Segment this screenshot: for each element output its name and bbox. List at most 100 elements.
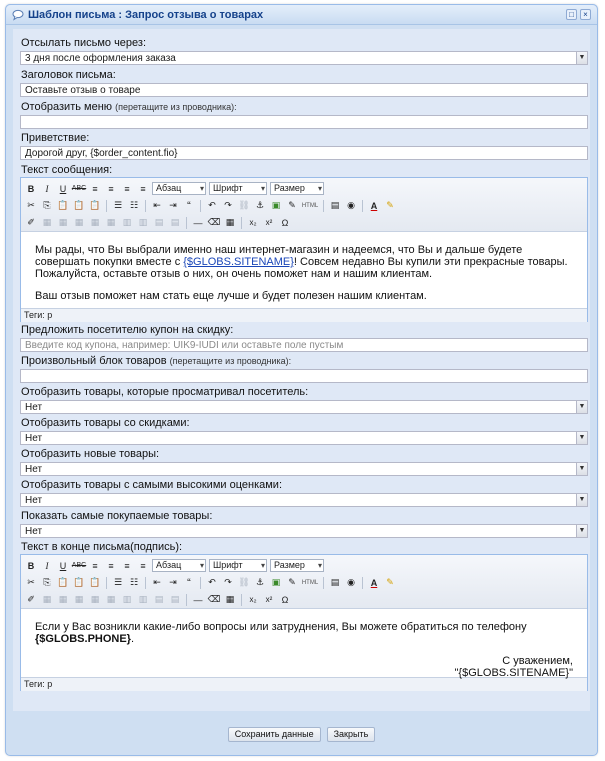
text-color-icon[interactable]: A	[367, 199, 381, 213]
blockquote-icon[interactable]: “	[182, 576, 196, 590]
chevron-down-icon[interactable]: ▼	[576, 51, 588, 65]
background-color-icon[interactable]: ✎	[383, 576, 397, 590]
insert-row-icon[interactable]: ▦	[88, 593, 102, 607]
blockquote-icon[interactable]: “	[182, 199, 196, 213]
chevron-down-icon[interactable]: ▼	[576, 431, 588, 445]
paste-icon[interactable]: 📋	[56, 199, 70, 213]
insert-col-icon[interactable]: ▥	[120, 593, 134, 607]
cut-icon[interactable]: ✂	[24, 199, 38, 213]
close-icon[interactable]: ×	[580, 9, 591, 20]
horizontal-rule-icon[interactable]: —	[191, 216, 205, 230]
paste-word-icon[interactable]: 📋	[88, 576, 102, 590]
image-icon[interactable]: ▣	[269, 576, 283, 590]
size-dropdown[interactable]: Размер	[270, 559, 324, 572]
align-right-icon[interactable]: ≡	[120, 559, 134, 573]
unlink-icon[interactable]: ⚓	[253, 576, 267, 590]
align-justify-icon[interactable]: ≡	[136, 559, 150, 573]
strikethrough-icon[interactable]: ABC	[72, 559, 86, 573]
coupon-input[interactable]: Введите код купона, например: UIK9-IUDI …	[20, 338, 588, 352]
row-props-icon[interactable]: ▦	[56, 593, 70, 607]
cleanup-icon[interactable]: ✎	[285, 576, 299, 590]
align-right-icon[interactable]: ≡	[120, 182, 134, 196]
underline-icon[interactable]: U	[56, 559, 70, 573]
format-dropdown[interactable]: Абзац	[152, 559, 206, 572]
chevron-down-icon[interactable]: ▼	[576, 493, 588, 507]
chevron-down-icon[interactable]: ▼	[576, 462, 588, 476]
char-map-icon[interactable]: ▦	[223, 593, 237, 607]
html-icon[interactable]: HTML	[301, 199, 319, 213]
bold-icon[interactable]: B	[24, 559, 38, 573]
menu-drop-field[interactable]	[20, 115, 588, 129]
products-block-field[interactable]	[20, 369, 588, 383]
cut-icon[interactable]: ✂	[24, 576, 38, 590]
chevron-down-icon[interactable]: ▼	[576, 524, 588, 538]
paste-text-icon[interactable]: 📋	[72, 199, 86, 213]
window-titlebar[interactable]: Шаблон письма : Запрос отзыва о товарах …	[6, 5, 597, 25]
superscript-icon[interactable]: x²	[262, 216, 276, 230]
numbered-list-icon[interactable]: ☷	[127, 576, 141, 590]
edit-icon[interactable]: ✐	[24, 216, 38, 230]
delete-col-icon[interactable]: ▥	[136, 216, 150, 230]
remove-format-icon[interactable]: ⌫	[207, 216, 221, 230]
background-color-icon[interactable]: ✎	[383, 199, 397, 213]
cell-props-icon[interactable]: ▦	[72, 593, 86, 607]
bold-icon[interactable]: B	[24, 182, 38, 196]
format-dropdown[interactable]: Абзац	[152, 182, 206, 195]
special-char-icon[interactable]: Ω	[278, 216, 292, 230]
html-icon[interactable]: HTML	[301, 576, 319, 590]
undo-icon[interactable]: ↶	[205, 576, 219, 590]
visual-aid-icon[interactable]: ◉	[344, 576, 358, 590]
close-button[interactable]: Закрыть	[326, 726, 376, 742]
text-color-icon[interactable]: A	[367, 576, 381, 590]
table-icon[interactable]: ▦	[40, 593, 54, 607]
italic-icon[interactable]: I	[40, 559, 54, 573]
underline-icon[interactable]: U	[56, 182, 70, 196]
subscript-icon[interactable]: x₂	[246, 593, 260, 607]
delete-row-icon[interactable]: ▦	[104, 216, 118, 230]
indent-icon[interactable]: ⇥	[166, 199, 180, 213]
visual-aid-icon[interactable]: ◉	[344, 199, 358, 213]
signature-edit-area[interactable]: Если у Вас возникли какие-либо вопросы и…	[21, 609, 587, 679]
redo-icon[interactable]: ↷	[221, 576, 235, 590]
align-justify-icon[interactable]: ≡	[136, 182, 150, 196]
paste-icon[interactable]: 📋	[56, 576, 70, 590]
viewed-select[interactable]: Нет ▼	[20, 400, 588, 414]
outdent-icon[interactable]: ⇤	[150, 199, 164, 213]
edit-icon[interactable]: ✐	[24, 593, 38, 607]
align-left-icon[interactable]: ≡	[88, 182, 102, 196]
newest-select[interactable]: Нет ▼	[20, 462, 588, 476]
greeting-input[interactable]: Дорогой друг, {$order_content.fio}	[20, 146, 588, 160]
unlink-icon[interactable]: ⚓	[253, 199, 267, 213]
top-rated-select[interactable]: Нет ▼	[20, 493, 588, 507]
remove-format-icon[interactable]: ⌫	[207, 593, 221, 607]
subscript-icon[interactable]: x₂	[246, 216, 260, 230]
media-icon[interactable]: ▤	[328, 576, 342, 590]
cleanup-icon[interactable]: ✎	[285, 199, 299, 213]
copy-icon[interactable]: ⎘	[40, 199, 54, 213]
link-icon[interactable]: ⛓	[237, 576, 251, 590]
table-icon[interactable]: ▦	[40, 216, 54, 230]
copy-icon[interactable]: ⎘	[40, 576, 54, 590]
subject-input[interactable]: Оставьте отзыв о товаре	[20, 83, 588, 97]
bestsellers-select[interactable]: Нет ▼	[20, 524, 588, 538]
row-props-icon[interactable]: ▦	[56, 216, 70, 230]
insert-row-icon[interactable]: ▦	[88, 216, 102, 230]
undo-icon[interactable]: ↶	[205, 199, 219, 213]
strikethrough-icon[interactable]: ABC	[72, 182, 86, 196]
horizontal-rule-icon[interactable]: —	[191, 593, 205, 607]
align-center-icon[interactable]: ≡	[104, 559, 118, 573]
redo-icon[interactable]: ↷	[221, 199, 235, 213]
bullet-list-icon[interactable]: ☰	[111, 199, 125, 213]
italic-icon[interactable]: I	[40, 182, 54, 196]
merge-cells-icon[interactable]: ▤	[168, 216, 182, 230]
superscript-icon[interactable]: x²	[262, 593, 276, 607]
chevron-down-icon[interactable]: ▼	[576, 400, 588, 414]
paste-text-icon[interactable]: 📋	[72, 576, 86, 590]
bullet-list-icon[interactable]: ☰	[111, 576, 125, 590]
split-cells-icon[interactable]: ▤	[152, 216, 166, 230]
maximize-icon[interactable]: □	[566, 9, 577, 20]
merge-cells-icon[interactable]: ▤	[168, 593, 182, 607]
char-map-icon[interactable]: ▦	[223, 216, 237, 230]
send-after-select[interactable]: 3 дня после оформления заказа ▼	[20, 51, 588, 65]
save-button[interactable]: Сохранить данные	[227, 726, 321, 742]
